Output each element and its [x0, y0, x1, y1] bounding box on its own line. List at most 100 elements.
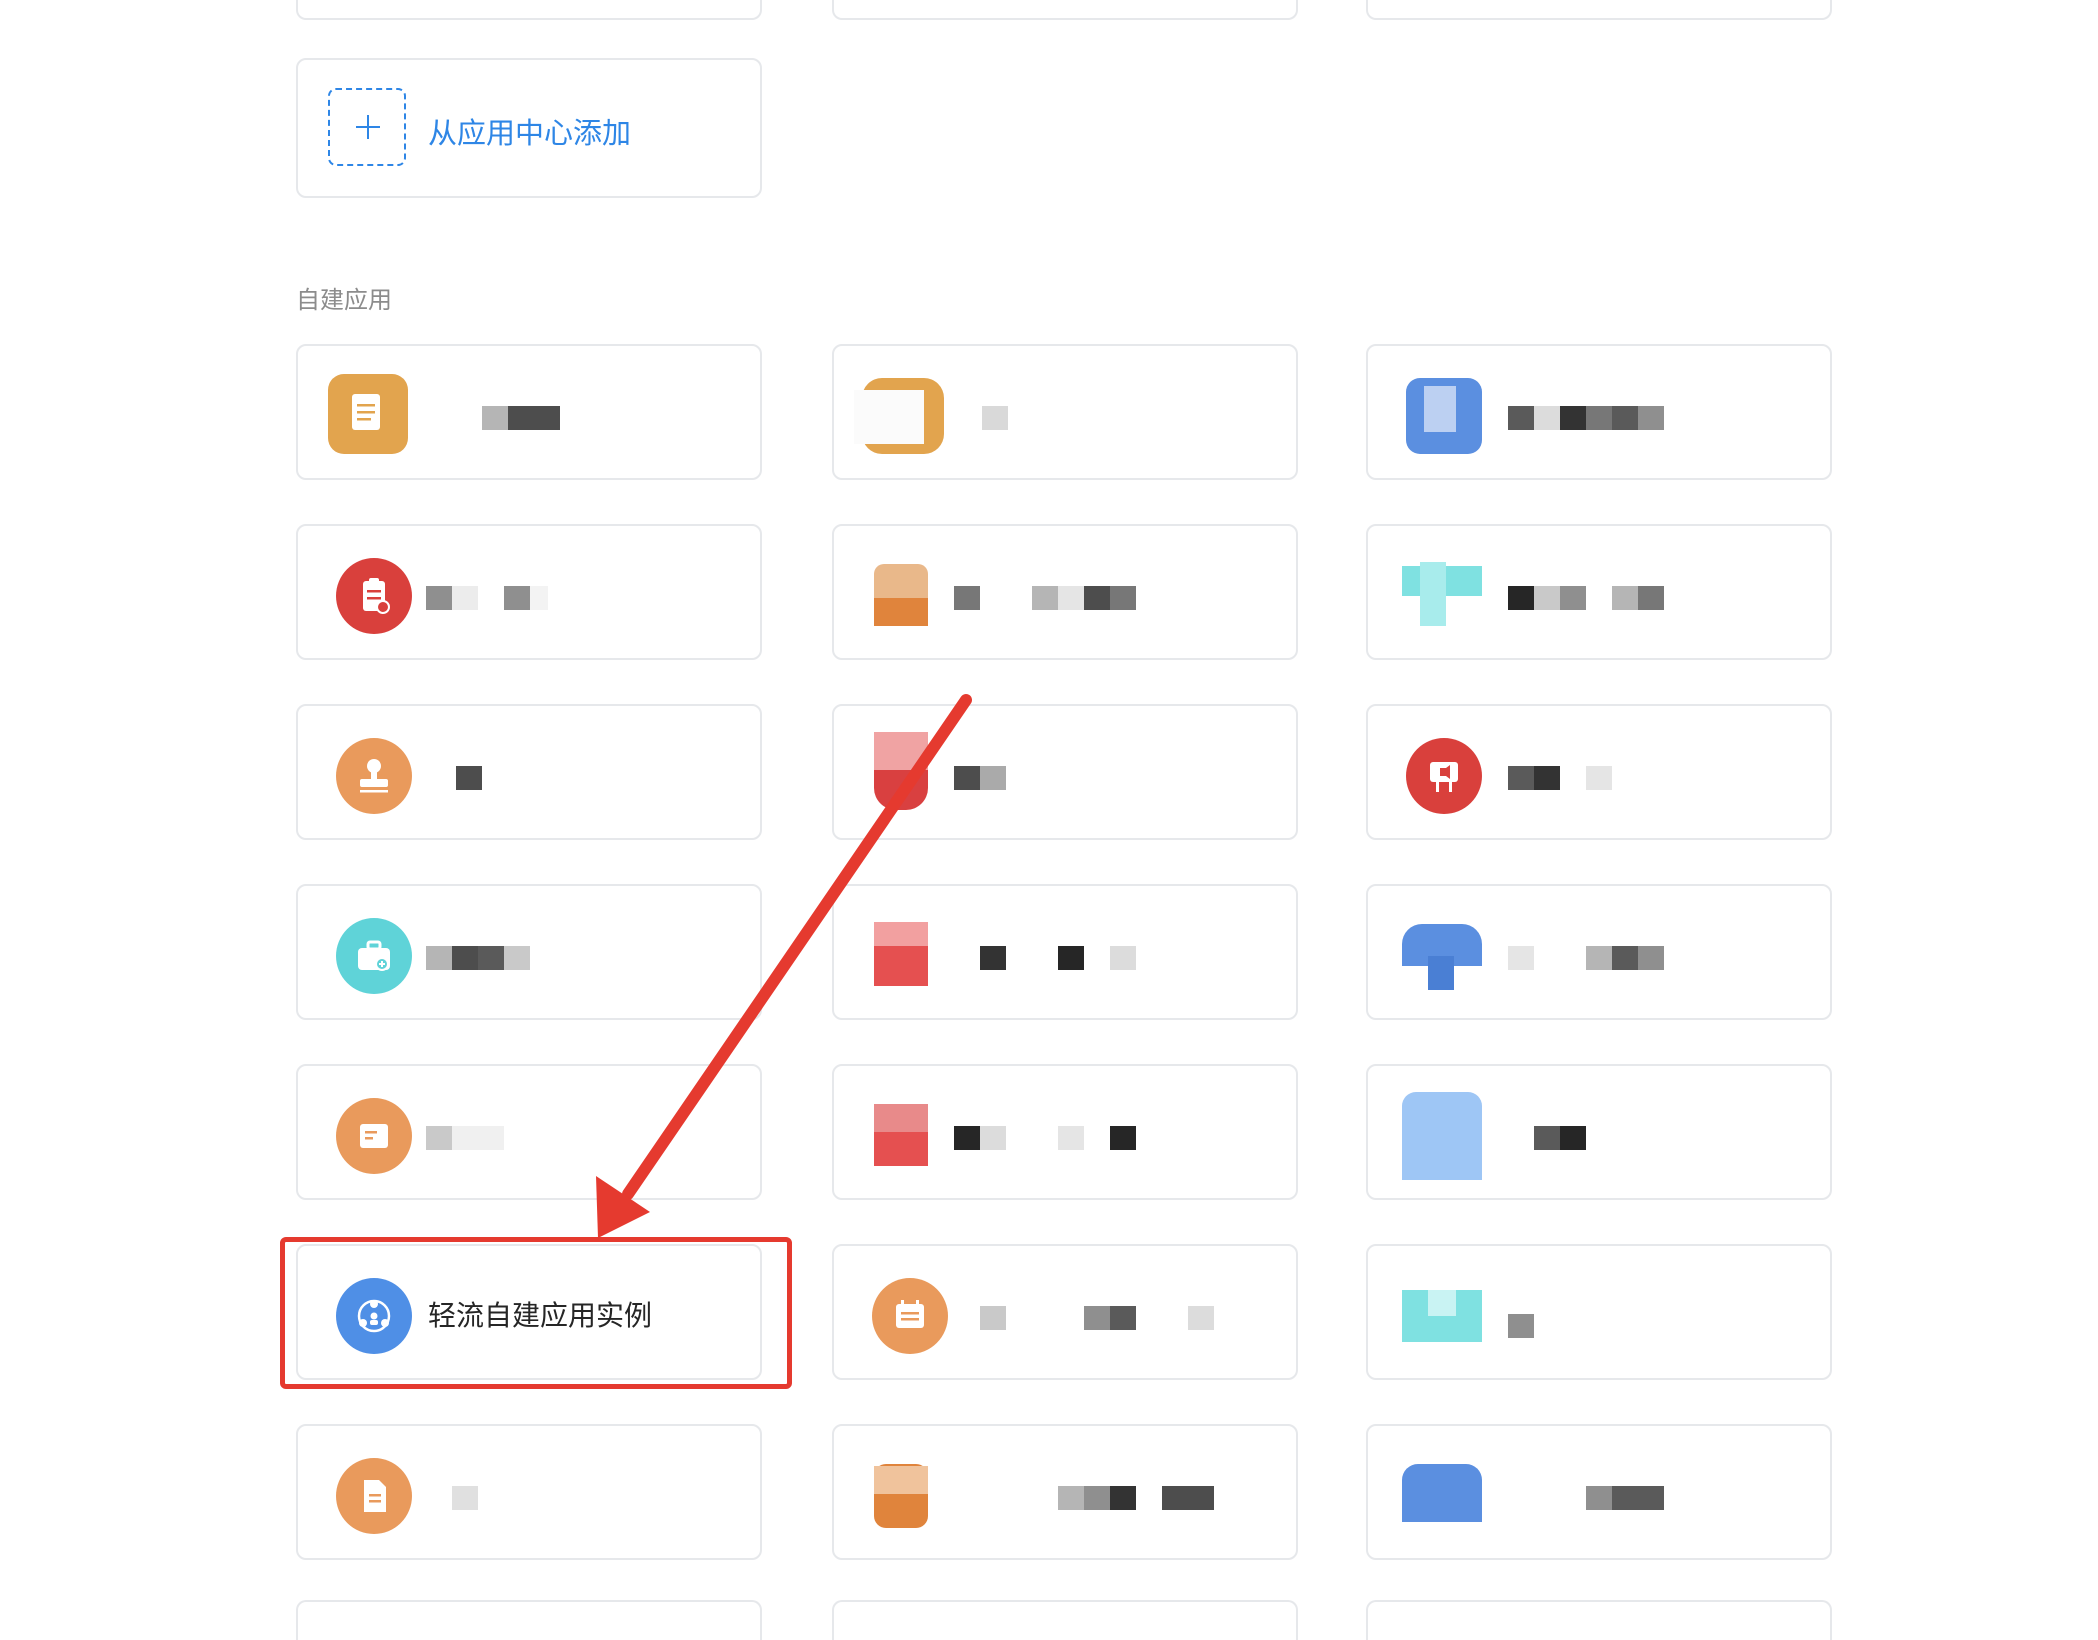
blurred-label: [1110, 586, 1136, 610]
app-card[interactable]: [296, 524, 762, 660]
blurred-label: [1560, 1126, 1586, 1150]
blurred-label: [1586, 406, 1612, 430]
blurred-label: [1560, 406, 1586, 430]
blurred-label: [1534, 766, 1560, 790]
folder-icon: [336, 1098, 412, 1174]
blurred-label: [1508, 406, 1534, 430]
app-icon: [1420, 562, 1446, 626]
briefcase-icon: [336, 918, 412, 994]
app-card[interactable]: [296, 884, 762, 1020]
app-card-partial[interactable]: [1366, 0, 1832, 20]
blurred-label: [426, 1126, 452, 1150]
blurred-label: [980, 1126, 1006, 1150]
blurred-label: [1162, 1486, 1214, 1510]
blurred-label: [1638, 946, 1664, 970]
app-icon: [1428, 1290, 1456, 1316]
app-card[interactable]: [832, 884, 1298, 1020]
blurred-label: [504, 586, 530, 610]
add-from-app-center-label: 从应用中心添加: [428, 116, 632, 150]
stamp-icon: [336, 738, 412, 814]
blurred-label: [456, 766, 482, 790]
section-title: 自建应用: [296, 286, 392, 314]
app-card[interactable]: [832, 344, 1298, 480]
app-icon: [1402, 1464, 1482, 1522]
blurred-label: [1560, 586, 1586, 610]
blurred-label: [1058, 1126, 1084, 1150]
blurred-label: [1586, 766, 1612, 790]
app-icon: [874, 564, 928, 598]
plus-icon: [328, 88, 406, 166]
app-card-partial[interactable]: [1366, 1600, 1832, 1640]
blurred-label: [982, 406, 1008, 430]
blurred-label: [482, 406, 508, 430]
blurred-region: [854, 390, 924, 444]
blurred-label: [980, 766, 1006, 790]
app-card[interactable]: [1366, 1064, 1832, 1200]
blurred-label: [954, 586, 980, 610]
blurred-label: [1638, 406, 1664, 430]
blurred-label: [1032, 586, 1058, 610]
blurred-label: [1110, 1306, 1136, 1330]
app-card[interactable]: [832, 524, 1298, 660]
add-from-app-center-button[interactable]: 从应用中心添加: [296, 58, 762, 198]
app-card[interactable]: [832, 704, 1298, 840]
blurred-region: [1424, 386, 1456, 432]
app-card[interactable]: [1366, 1244, 1832, 1380]
app-card[interactable]: [832, 1244, 1298, 1380]
blurred-label: [426, 946, 452, 970]
clipboard-icon: [336, 558, 412, 634]
blurred-label: [1058, 1486, 1084, 1510]
app-card[interactable]: [1366, 884, 1832, 1020]
blurred-label: [1586, 1486, 1612, 1510]
blurred-label: [1534, 406, 1560, 430]
blurred-label: [452, 586, 478, 610]
blurred-label: [1508, 586, 1534, 610]
app-card[interactable]: [296, 344, 762, 480]
app-card-qingliu-example[interactable]: 轻流自建应用实例: [296, 1244, 762, 1380]
app-card[interactable]: [832, 1424, 1298, 1560]
app-card[interactable]: [1366, 344, 1832, 480]
app-card[interactable]: [296, 704, 762, 840]
document-icon: [328, 374, 408, 454]
blurred-label: [1058, 586, 1084, 610]
blurred-label: [530, 586, 548, 610]
blurred-label: [1612, 586, 1638, 610]
share-network-icon: [336, 1278, 412, 1354]
presentation-icon: [1406, 738, 1482, 814]
blurred-label: [452, 946, 478, 970]
blurred-label: [1638, 586, 1664, 610]
blurred-label: [452, 1486, 478, 1510]
blurred-label: [1612, 1486, 1664, 1510]
blurred-label: [478, 946, 504, 970]
app-label: 轻流自建应用实例: [428, 1299, 653, 1332]
blurred-label: [1084, 1486, 1110, 1510]
blurred-label: [452, 1126, 504, 1150]
app-icon: [874, 1466, 928, 1494]
app-icon: [874, 732, 928, 770]
blurred-label: [1084, 1306, 1110, 1330]
blurred-label: [1110, 1486, 1136, 1510]
app-card-partial[interactable]: [296, 1600, 762, 1640]
blurred-label: [1534, 1126, 1560, 1150]
app-card[interactable]: [296, 1064, 762, 1200]
app-card-partial[interactable]: [832, 0, 1298, 20]
blurred-label: [1586, 946, 1612, 970]
file-icon: [336, 1458, 412, 1534]
app-card[interactable]: [1366, 524, 1832, 660]
app-card-partial[interactable]: [832, 1600, 1298, 1640]
calendar-icon: [872, 1278, 948, 1354]
blurred-label: [954, 1126, 980, 1150]
blurred-label: [1508, 946, 1534, 970]
blurred-label: [1534, 586, 1560, 610]
app-icon: [874, 1104, 928, 1132]
app-card[interactable]: [832, 1064, 1298, 1200]
app-icon: [874, 598, 928, 626]
app-card-partial[interactable]: [296, 0, 762, 20]
blurred-label: [1058, 946, 1084, 970]
app-card[interactable]: [1366, 704, 1832, 840]
blurred-label: [1188, 1306, 1214, 1330]
app-icon: [874, 922, 928, 946]
app-card[interactable]: [296, 1424, 762, 1560]
blurred-label: [980, 1306, 1006, 1330]
app-card[interactable]: [1366, 1424, 1832, 1560]
